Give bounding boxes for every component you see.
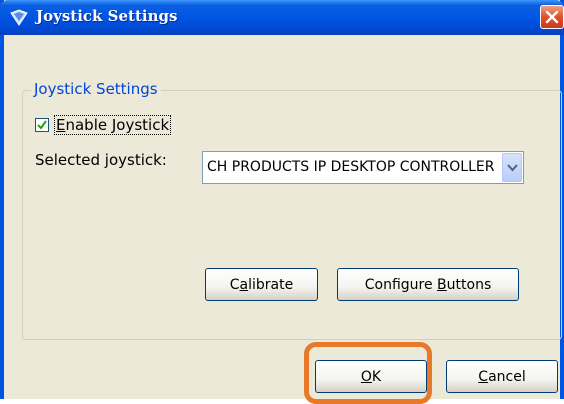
ok-highlight-annotation xyxy=(304,342,432,404)
calibrate-button[interactable]: Calibrate xyxy=(205,268,318,301)
close-button[interactable] xyxy=(540,5,564,29)
selected-joystick-label: Selected joystick: xyxy=(35,151,167,169)
joystick-select[interactable]: CH PRODUCTS IP DESKTOP CONTROLLER xyxy=(202,151,524,184)
title-bar[interactable]: Joystick Settings xyxy=(0,0,564,35)
enable-joystick-label[interactable]: Enable Joystick xyxy=(53,115,172,135)
window-title: Joystick Settings xyxy=(36,7,178,25)
joystick-select-value: CH PRODUCTS IP DESKTOP CONTROLLER xyxy=(207,159,495,175)
close-icon xyxy=(545,10,559,24)
joystick-shield-icon xyxy=(10,9,28,27)
chevron-down-icon xyxy=(507,164,518,172)
enable-joystick-checkbox[interactable] xyxy=(35,118,49,132)
checkmark-icon xyxy=(37,120,47,130)
group-legend: Joystick Settings xyxy=(31,80,161,98)
dropdown-button[interactable] xyxy=(502,153,522,182)
cancel-button[interactable]: Cancel xyxy=(446,360,558,393)
configure-buttons-button[interactable]: Configure Buttons xyxy=(337,268,519,301)
